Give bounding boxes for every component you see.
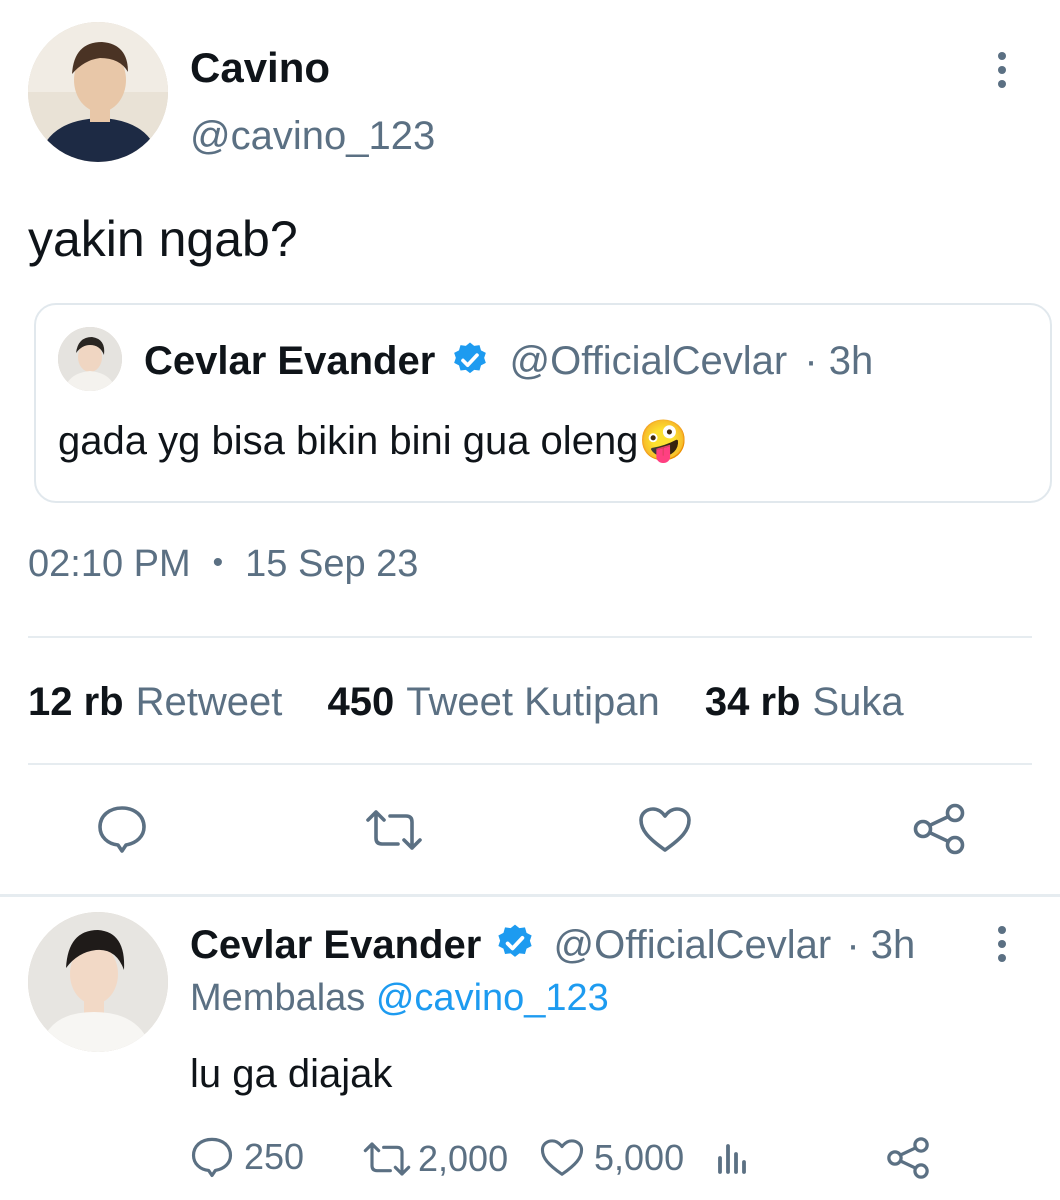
like-count: 34 rb <box>704 680 801 724</box>
tweet-text: yakin ngab? <box>28 211 298 267</box>
like-button[interactable] <box>638 806 692 854</box>
dot-icon <box>998 52 1006 60</box>
tweet-date: 15 Sep 23 <box>245 543 419 585</box>
quoted-text-row: gada yg bisa bikin bini gua oleng🤪 <box>58 417 688 464</box>
avatar-cavino[interactable] <box>28 22 168 162</box>
avatar-cavino-image <box>28 22 168 162</box>
like-icon <box>540 1139 584 1176</box>
retweet-label: Retweet <box>135 680 283 724</box>
analytics-button[interactable] <box>716 1140 752 1174</box>
reply-header: Cevlar Evander @OfficialCevlar · 3h <box>190 922 915 968</box>
quoted-author-handle[interactable]: @OfficialCevlar <box>510 339 788 383</box>
quoted-time: · 3h <box>804 339 874 383</box>
reply-author-name[interactable]: Cevlar Evander <box>190 923 481 967</box>
like-label: Suka <box>812 680 904 724</box>
dot-icon <box>998 926 1006 934</box>
divider <box>28 636 1032 638</box>
analytics-icon <box>718 1144 746 1174</box>
quoted-author-name[interactable]: Cevlar Evander <box>144 339 435 383</box>
retweet-count: 2,000 <box>418 1138 509 1179</box>
avatar-cevlar-small-image <box>58 327 122 391</box>
reply-count: 250 <box>244 1136 305 1177</box>
divider <box>28 763 1032 765</box>
dot-icon <box>998 940 1006 948</box>
retweet-count-link[interactable]: 12 rb Retweet <box>28 680 282 725</box>
like-count: 5,000 <box>594 1137 685 1178</box>
quoted-header: Cevlar Evander @OfficialCevlar · 3h <box>144 339 873 384</box>
author-handle[interactable]: @cavino_123 <box>190 114 435 159</box>
quote-label: Tweet Kutipan <box>406 680 660 724</box>
more-options-button[interactable] <box>992 48 1012 92</box>
reply-like-button[interactable]: 5,000 <box>540 1137 684 1179</box>
retweet-button[interactable] <box>364 808 424 852</box>
like-icon <box>639 807 691 852</box>
tweet-time: 02:10 PM <box>28 543 191 585</box>
quoted-text: gada yg bisa bikin bini gua oleng <box>58 419 639 463</box>
reply-icon <box>98 806 146 853</box>
reply-button[interactable] <box>96 804 148 854</box>
quoted-tweet[interactable]: Cevlar Evander @OfficialCevlar · 3h gada… <box>34 303 1052 503</box>
quote-count: 450 <box>327 680 395 724</box>
share-icon <box>887 1137 929 1179</box>
retweet-count: 12 rb <box>28 680 124 724</box>
retweet-icon <box>363 1142 411 1176</box>
reply-author-handle[interactable]: @OfficialCevlar <box>554 923 832 967</box>
verified-badge-icon <box>498 924 533 957</box>
reply-text: lu ga diajak <box>190 1052 393 1096</box>
author-name[interactable]: Cavino <box>190 44 330 92</box>
reply-icon <box>191 1137 233 1178</box>
reply-more-options-button[interactable] <box>992 922 1012 966</box>
replying-mention-link[interactable]: @cavino_123 <box>376 977 609 1019</box>
share-button[interactable] <box>912 802 966 856</box>
replying-to: Membalas @cavino_123 <box>190 977 609 1020</box>
meta-separator: • <box>212 546 224 579</box>
avatar-cevlar-image <box>28 912 168 1052</box>
quote-count-link[interactable]: 450 Tweet Kutipan <box>327 680 659 725</box>
dot-icon <box>998 954 1006 962</box>
zany-face-emoji: 🤪 <box>638 418 689 464</box>
reply-reply-button[interactable]: 250 <box>190 1136 304 1178</box>
verified-badge-icon <box>454 342 487 374</box>
main-tweet: Cavino @cavino_123 yakin ngab? Cevlar Ev… <box>0 0 1060 895</box>
tweet-timestamp: 02:10 PM • 15 Sep 23 <box>28 543 418 586</box>
retweet-icon <box>366 810 422 850</box>
reply-time: · 3h <box>846 923 916 967</box>
reply-retweet-button[interactable]: 2,000 <box>362 1138 508 1180</box>
avatar-cevlar-small[interactable] <box>58 327 122 391</box>
dot-icon <box>998 66 1006 74</box>
tweet-stats: 12 rb Retweet 450 Tweet Kutipan 34 rb Suka <box>28 680 938 725</box>
dot-icon <box>998 80 1006 88</box>
share-icon <box>913 803 965 855</box>
avatar-cevlar[interactable] <box>28 912 168 1052</box>
reply-share-button[interactable] <box>886 1136 930 1180</box>
like-count-link[interactable]: 34 rb Suka <box>705 680 904 725</box>
replying-prefix: Membalas <box>190 977 366 1019</box>
